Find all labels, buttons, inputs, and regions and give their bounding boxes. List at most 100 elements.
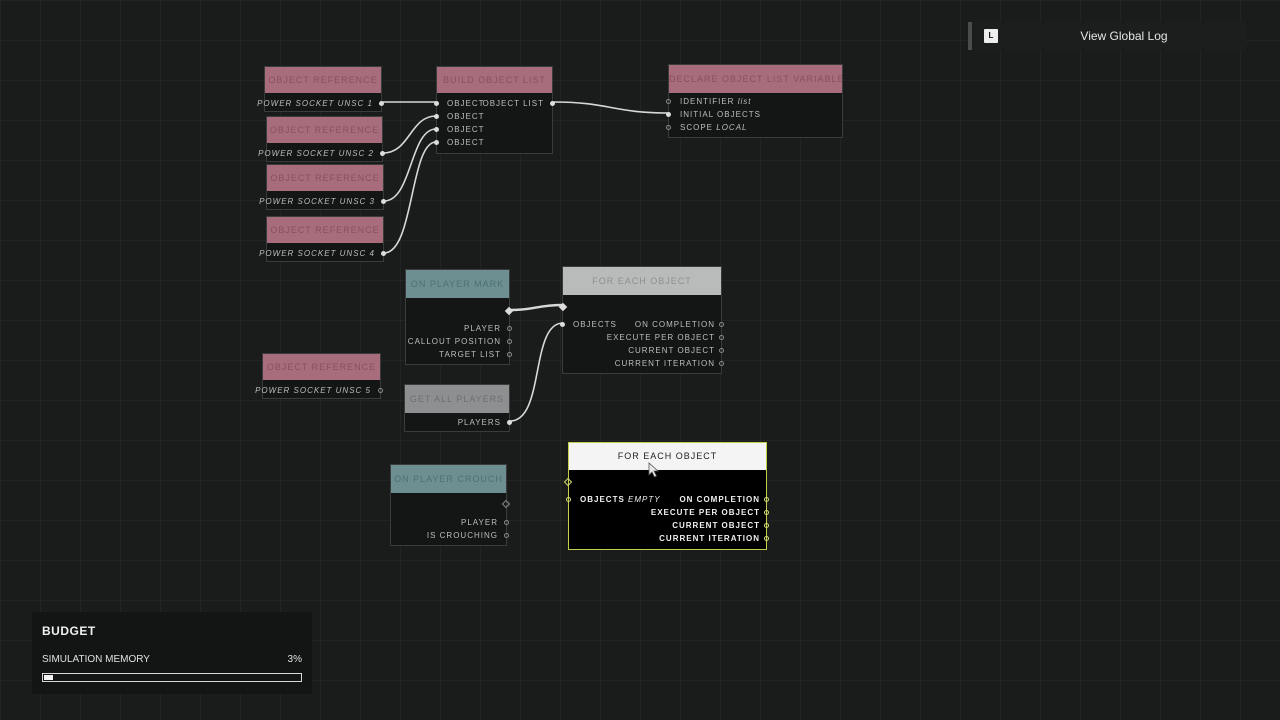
initial-objects-label: INITIAL OBJECTS [680, 110, 761, 119]
wire-socket3-object [383, 128, 437, 202]
simulation-memory-bar-fill [44, 675, 53, 680]
object-reference-node-4[interactable]: OBJECT REFERENCE POWER SOCKET UNSC 4 [259, 216, 386, 262]
callout-position-output-label: CALLOUT POSITION [407, 337, 501, 346]
keyboard-key-icon: L [984, 29, 998, 43]
object-reference-node-2[interactable]: OBJECT REFERENCE POWER SOCKET UNSC 2 [258, 116, 385, 162]
node-header: OBJECT REFERENCE [265, 67, 381, 93]
output-pin[interactable] [378, 388, 383, 393]
node-header: DECLARE OBJECT LIST VARIABLE [669, 65, 842, 93]
object-reference-node-1[interactable]: OBJECT REFERENCE POWER SOCKET UNSC 1 [257, 66, 384, 112]
execution-output-pin[interactable] [504, 306, 514, 316]
object-list-output-pin[interactable] [550, 101, 555, 106]
wire-list-initial [552, 101, 670, 114]
current-iteration-pin[interactable] [764, 536, 769, 541]
get-all-players-node[interactable]: GET ALL PLAYERS PLAYERS [404, 384, 512, 432]
for-each-object-node-selected[interactable]: FOR EACH OBJECT OBJECTS EMPTY ON COMPLET… [563, 442, 769, 550]
objects-input-row: OBJECTS EMPTY [580, 495, 661, 505]
current-object-label: CURRENT OBJECT [672, 521, 760, 530]
mouse-cursor-icon [648, 462, 660, 478]
on-completion-pin[interactable] [719, 322, 724, 327]
objects-input-pin[interactable] [560, 322, 565, 327]
player-output-pin[interactable] [507, 326, 512, 331]
on-completion-pin[interactable] [764, 497, 769, 502]
objects-input-value: EMPTY [628, 495, 661, 504]
node-header: FOR EACH OBJECT [569, 443, 766, 470]
object-input-pin-1[interactable] [434, 101, 439, 106]
objects-input-pin[interactable] [566, 497, 571, 502]
objects-input-label: OBJECTS [580, 495, 625, 504]
node-header: OBJECT REFERENCE [267, 165, 383, 191]
callout-position-output-pin[interactable] [507, 339, 512, 344]
on-player-crouch-node[interactable]: ON PLAYER CROUCH PLAYER IS CROUCHING [390, 464, 511, 546]
output-label: POWER SOCKET UNSC 5 [255, 386, 371, 395]
object-input-label-2: OBJECT [447, 112, 485, 121]
wire-players-objects [509, 322, 564, 422]
current-object-pin[interactable] [719, 348, 724, 353]
players-output-label: PLAYERS [457, 418, 501, 427]
scope-value: LOCAL [716, 123, 748, 132]
output-pin[interactable] [380, 151, 385, 156]
node-header: OBJECT REFERENCE [267, 117, 382, 143]
is-crouching-output-label: IS CROUCHING [426, 531, 498, 540]
budget-panel: BUDGET SIMULATION MEMORY 3% [32, 612, 312, 694]
player-output-pin[interactable] [504, 520, 509, 525]
object-reference-node-3[interactable]: OBJECT REFERENCE POWER SOCKET UNSC 3 [259, 164, 386, 210]
node-header: ON PLAYER CROUCH [391, 465, 506, 493]
current-iteration-label: CURRENT ITERATION [614, 359, 715, 368]
budget-title: BUDGET [42, 624, 96, 638]
output-pin[interactable] [379, 101, 384, 106]
execute-per-object-pin[interactable] [719, 335, 724, 340]
identifier-input-pin[interactable] [666, 99, 671, 104]
for-each-object-node[interactable]: FOR EACH OBJECT OBJECTS ON COMPLETION EX… [558, 266, 724, 374]
execute-per-object-label: EXECUTE PER OBJECT [650, 508, 760, 517]
is-crouching-output-pin[interactable] [504, 533, 509, 538]
scope-label: SCOPE [680, 123, 714, 132]
identifier-row: IDENTIFIER list [680, 97, 751, 107]
wire-mark-foreach [509, 303, 564, 312]
object-list-output-label: OBJECT LIST [482, 99, 544, 108]
output-label: POWER SOCKET UNSC 2 [258, 149, 374, 158]
current-iteration-label: CURRENT ITERATION [659, 534, 760, 543]
on-completion-label: ON COMPLETION [634, 320, 715, 329]
view-global-log-button[interactable]: L View Global Log [968, 22, 1246, 50]
initial-objects-input-pin[interactable] [666, 112, 671, 117]
output-label: POWER SOCKET UNSC 1 [257, 99, 373, 108]
declare-variable-node[interactable]: DECLARE OBJECT LIST VARIABLE IDENTIFIER … [666, 64, 843, 138]
build-object-list-node[interactable]: BUILD OBJECT LIST OBJECT OBJECT OBJECT O… [434, 66, 555, 154]
wire-socket2-object [382, 115, 437, 154]
execution-input-pin[interactable] [563, 477, 573, 487]
wire-socket4-object [383, 141, 437, 254]
output-label: POWER SOCKET UNSC 3 [259, 197, 375, 206]
node-header: OBJECT REFERENCE [267, 217, 383, 243]
output-pin[interactable] [381, 251, 386, 256]
on-completion-label: ON COMPLETION [679, 495, 760, 504]
output-pin[interactable] [381, 199, 386, 204]
players-output-pin[interactable] [507, 420, 512, 425]
simulation-memory-bar [42, 673, 302, 682]
identifier-value: list [737, 97, 752, 106]
object-input-pin-3[interactable] [434, 127, 439, 132]
player-output-label: PLAYER [464, 324, 501, 333]
current-object-pin[interactable] [764, 523, 769, 528]
object-input-pin-4[interactable] [434, 140, 439, 145]
view-global-log-label: View Global Log [1080, 29, 1168, 43]
execute-per-object-label: EXECUTE PER OBJECT [606, 333, 715, 342]
objects-input-label: OBJECTS [573, 320, 617, 329]
on-player-mark-node[interactable]: ON PLAYER MARK PLAYER CALLOUT POSITION T… [405, 269, 514, 365]
object-input-label-3: OBJECT [447, 125, 485, 134]
output-label: POWER SOCKET UNSC 4 [259, 249, 375, 258]
object-input-label-1: OBJECT [447, 99, 485, 108]
execute-per-object-pin[interactable] [764, 510, 769, 515]
node-header: OBJECT REFERENCE [263, 354, 380, 380]
object-input-pin-2[interactable] [434, 114, 439, 119]
simulation-memory-value: 3% [287, 654, 302, 665]
execution-input-pin[interactable] [558, 302, 568, 312]
scope-input-pin[interactable] [666, 125, 671, 130]
current-object-label: CURRENT OBJECT [628, 346, 715, 355]
node-header: BUILD OBJECT LIST [437, 67, 552, 93]
node-header: FOR EACH OBJECT [563, 267, 721, 295]
target-list-output-pin[interactable] [507, 352, 512, 357]
execution-output-pin[interactable] [501, 499, 511, 509]
current-iteration-pin[interactable] [719, 361, 724, 366]
object-reference-node-5[interactable]: OBJECT REFERENCE POWER SOCKET UNSC 5 [255, 353, 383, 399]
